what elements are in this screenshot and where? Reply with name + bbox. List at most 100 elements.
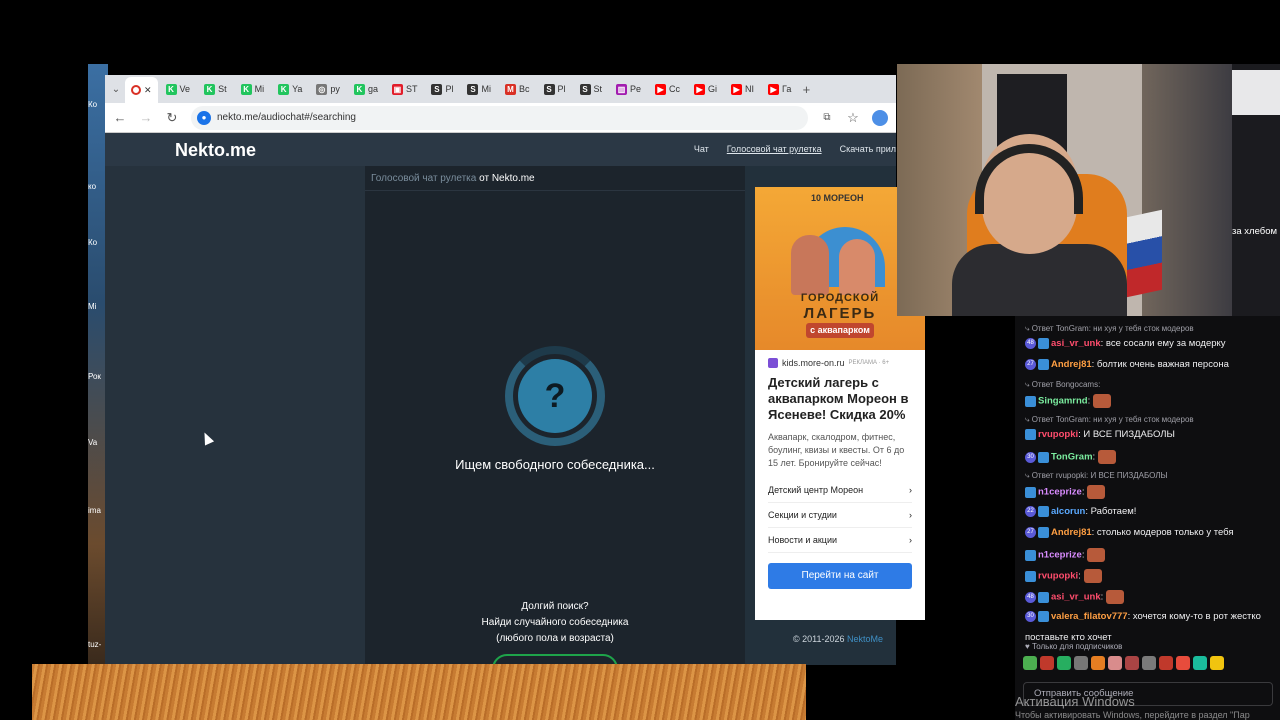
long-search-line-1: Долгий поиск? xyxy=(521,601,589,612)
tab-favicon-icon: K xyxy=(240,83,252,95)
emote-icon[interactable] xyxy=(1057,656,1071,670)
webcam-person-body xyxy=(952,244,1127,316)
emote-icon[interactable] xyxy=(1176,656,1190,670)
message-text: : все сосали ему за модерку xyxy=(1100,338,1226,350)
chat-username[interactable]: alcorun xyxy=(1051,506,1085,517)
emote-icon[interactable] xyxy=(1108,656,1122,670)
site-menu: Чат Голосовой чат рулетка Скачать прил xyxy=(694,144,896,154)
install-app-icon[interactable]: ⧉ xyxy=(820,112,834,123)
ad-link-sections[interactable]: Секции и студии › xyxy=(768,503,912,528)
browser-tab[interactable]: ▣ ST xyxy=(386,78,424,100)
browser-tab[interactable]: Kga xyxy=(348,78,384,100)
breadcrumb-link[interactable]: Голосовой чат рулетка xyxy=(371,173,476,184)
message-text: : xyxy=(1100,591,1104,603)
chat-username[interactable]: Andrej81 xyxy=(1051,359,1092,370)
address-bar-row: ← → ↻ ● nekto.me/audiochat#/searching ⧉ … xyxy=(105,103,896,133)
emote-icon[interactable] xyxy=(1193,656,1207,670)
browser-tab[interactable]: K Ve xyxy=(160,78,197,100)
browser-tab[interactable]: ▶ NI xyxy=(725,78,760,100)
chat-username[interactable]: asi_vr_unk xyxy=(1051,338,1101,349)
emote-icon[interactable] xyxy=(1159,656,1173,670)
browser-tab[interactable]: K Mi xyxy=(235,78,271,100)
chat-message: 48 asi_vr_unk: все сосали ему за модерку xyxy=(1025,338,1280,349)
side-window xyxy=(1232,64,1280,324)
chat-username[interactable]: n1ceprize xyxy=(1038,550,1082,561)
subscribers-only-note: ♥ Только для подписчиков xyxy=(1025,642,1123,651)
profile-icon[interactable] xyxy=(872,109,888,126)
site-logo[interactable]: Nekto.me xyxy=(175,140,256,161)
bookmark-star-icon[interactable]: ☆ xyxy=(846,110,860,126)
tab-label: Gi xyxy=(708,84,718,94)
browser-tab[interactable]: ▥ Pe xyxy=(610,78,647,100)
menu-voice-roulette[interactable]: Голосовой чат рулетка xyxy=(727,144,822,154)
chat-message: ⤷ Ответ rvupopki: И ВСЕ ПИЗДАБОЛЫ xyxy=(1025,471,1280,481)
message-text: : xyxy=(1087,395,1091,407)
emote-icon[interactable] xyxy=(1023,656,1037,670)
emote-icon[interactable] xyxy=(1125,656,1139,670)
browser-tab[interactable]: ▶ Cc xyxy=(649,78,686,100)
browser-tab[interactable]: ◎ py xyxy=(310,78,346,100)
chat-username[interactable]: valera_filatov777 xyxy=(1051,611,1128,622)
message-text: : Работаем! xyxy=(1085,506,1137,518)
tab-label: St xyxy=(593,84,603,94)
copyright-link[interactable]: NektoMe xyxy=(847,634,883,644)
prime-badge-icon xyxy=(1025,429,1036,440)
chevron-right-icon: › xyxy=(909,510,912,520)
back-arrow-icon[interactable]: ← xyxy=(113,110,127,125)
close-icon[interactable]: ✕ xyxy=(144,85,152,96)
chat-username[interactable]: rvupopki xyxy=(1038,429,1078,440)
microphone-icon: ● xyxy=(197,110,211,125)
menu-download-app[interactable]: Скачать прил xyxy=(840,144,896,154)
forward-arrow-icon[interactable]: → xyxy=(139,110,153,125)
ad-title[interactable]: Детский лагерь с аквапарком Мореон в Ясе… xyxy=(768,375,912,423)
chat-username[interactable]: rvupopki xyxy=(1038,571,1078,582)
browser-tab[interactable]: S Pl xyxy=(538,78,572,100)
ad-link-center[interactable]: Детский центр Мореон › xyxy=(768,478,912,503)
prime-badge-icon xyxy=(1025,570,1036,582)
new-tab-plus-icon[interactable]: + xyxy=(799,82,813,97)
chat-username[interactable]: asi_vr_unk xyxy=(1051,592,1101,603)
ad-link-news[interactable]: Новости и акции › xyxy=(768,528,912,553)
emote-icon[interactable] xyxy=(1040,656,1054,670)
windows-activation-title: Активация Windows xyxy=(1015,694,1135,709)
chat-username[interactable]: n1ceprize xyxy=(1038,487,1082,498)
browser-tab[interactable]: M Bc xyxy=(499,78,536,100)
reload-icon[interactable]: ↻ xyxy=(165,110,179,126)
tab-active[interactable]: ✕ xyxy=(125,77,158,103)
menu-chat[interactable]: Чат xyxy=(694,144,709,154)
chat-message: 48 asi_vr_unk: xyxy=(1025,590,1280,604)
sub-badge-icon: 48 xyxy=(1025,338,1036,349)
chat-username[interactable]: Singamrnd xyxy=(1038,396,1088,407)
emote-row xyxy=(1023,656,1224,670)
browser-tab[interactable]: S Mi xyxy=(461,78,497,100)
ad-go-button[interactable]: Перейти на сайт xyxy=(768,563,912,589)
tab-favicon-icon: K xyxy=(353,83,365,95)
message-text: : болтик очень важная персона xyxy=(1091,359,1229,371)
emote-icon xyxy=(1106,590,1125,604)
webcam-overlay xyxy=(897,64,1232,316)
chat-username[interactable]: TonGram xyxy=(1051,452,1093,463)
emote-icon[interactable] xyxy=(1074,656,1088,670)
url-field[interactable]: ● nekto.me/audiochat#/searching xyxy=(191,105,808,130)
site-header: Nekto.me Чат Голосовой чат рулетка Скача… xyxy=(105,133,896,166)
long-search-hint: Долгий поиск? Найди случайного собеседни… xyxy=(365,599,745,647)
browser-tab[interactable]: S St xyxy=(574,78,609,100)
browser-tab[interactable]: S Pl xyxy=(425,78,459,100)
emote-icon[interactable] xyxy=(1142,656,1156,670)
emote-icon xyxy=(1083,569,1102,583)
browser-tab[interactable]: ▶ Gi xyxy=(688,78,723,100)
breadcrumb-rest: от Nekto.me xyxy=(476,173,535,184)
emote-icon[interactable] xyxy=(1091,656,1105,670)
browser-tab[interactable]: K Ya xyxy=(272,78,308,100)
chat-message: ⤷ Ответ TonGram: ни хуя у тебя сток моде… xyxy=(1025,415,1280,425)
url-text: nekto.me/audiochat#/searching xyxy=(217,112,356,123)
chat-message: ⤷ Ответ TonGram: ни хуя у тебя сток моде… xyxy=(1025,324,1280,334)
browser-tab[interactable]: K St xyxy=(198,78,233,100)
browser-tab[interactable]: ▶ Га xyxy=(762,78,797,100)
tab-label: St xyxy=(218,84,227,94)
chat-username[interactable]: Andrej81 xyxy=(1051,527,1092,538)
tab-list-chevron-icon[interactable]: ⌄ xyxy=(109,84,123,95)
emote-icon[interactable] xyxy=(1210,656,1224,670)
ad-description: Аквапарк, скалодром, фитнес, боулинг, кв… xyxy=(768,432,905,468)
sub-badge-icon: 27 xyxy=(1025,359,1036,370)
